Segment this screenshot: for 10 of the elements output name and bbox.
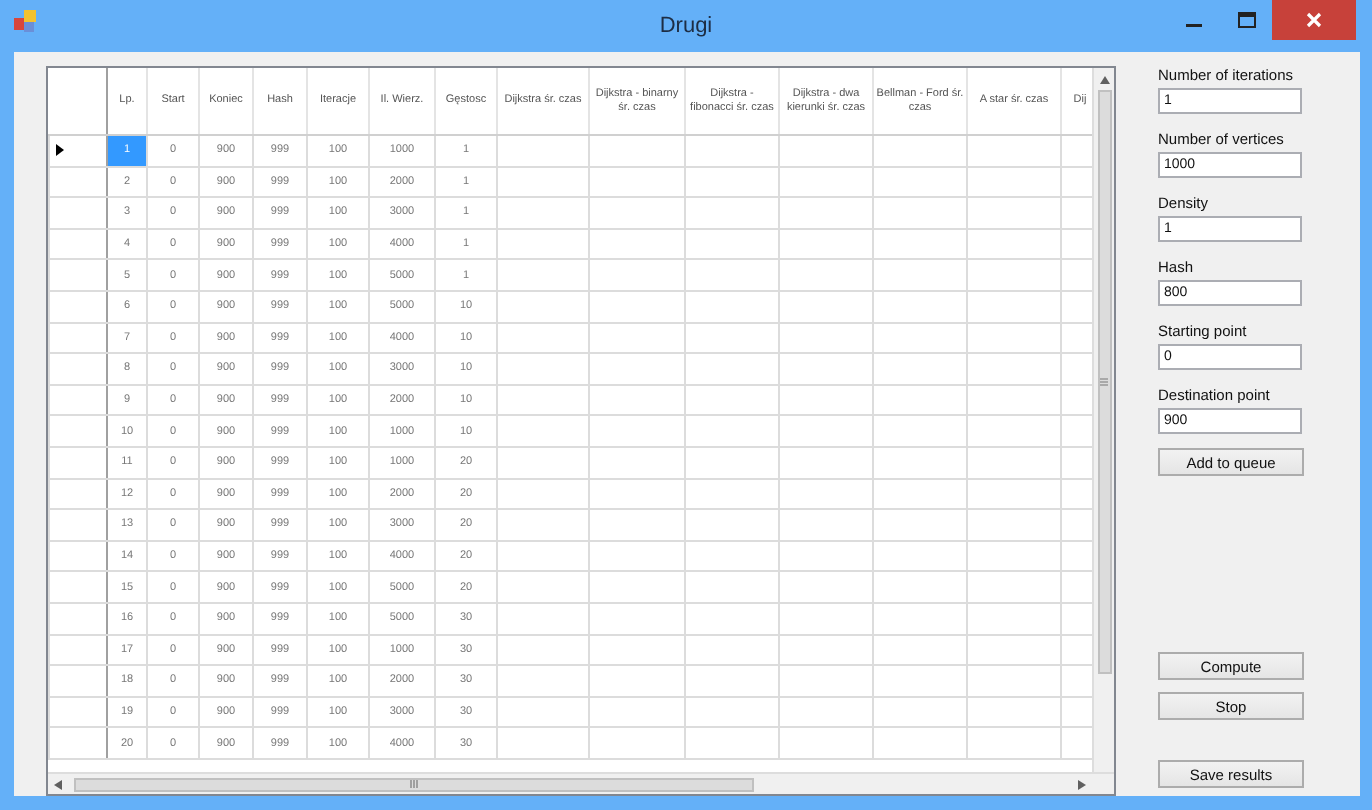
scroll-right-icon[interactable] bbox=[1078, 779, 1086, 789]
horizontal-scrollbar-thumb[interactable] bbox=[74, 777, 754, 791]
vertical-scrollbar-thumb[interactable] bbox=[1097, 90, 1112, 674]
maximize-icon bbox=[1237, 12, 1255, 28]
scroll-left-icon[interactable] bbox=[54, 779, 62, 789]
window-title: Drugi bbox=[659, 14, 713, 38]
scroll-up-icon[interactable] bbox=[1099, 76, 1110, 84]
close-button[interactable] bbox=[1272, 0, 1356, 40]
close-icon bbox=[1306, 12, 1322, 28]
app-icon bbox=[14, 10, 38, 34]
